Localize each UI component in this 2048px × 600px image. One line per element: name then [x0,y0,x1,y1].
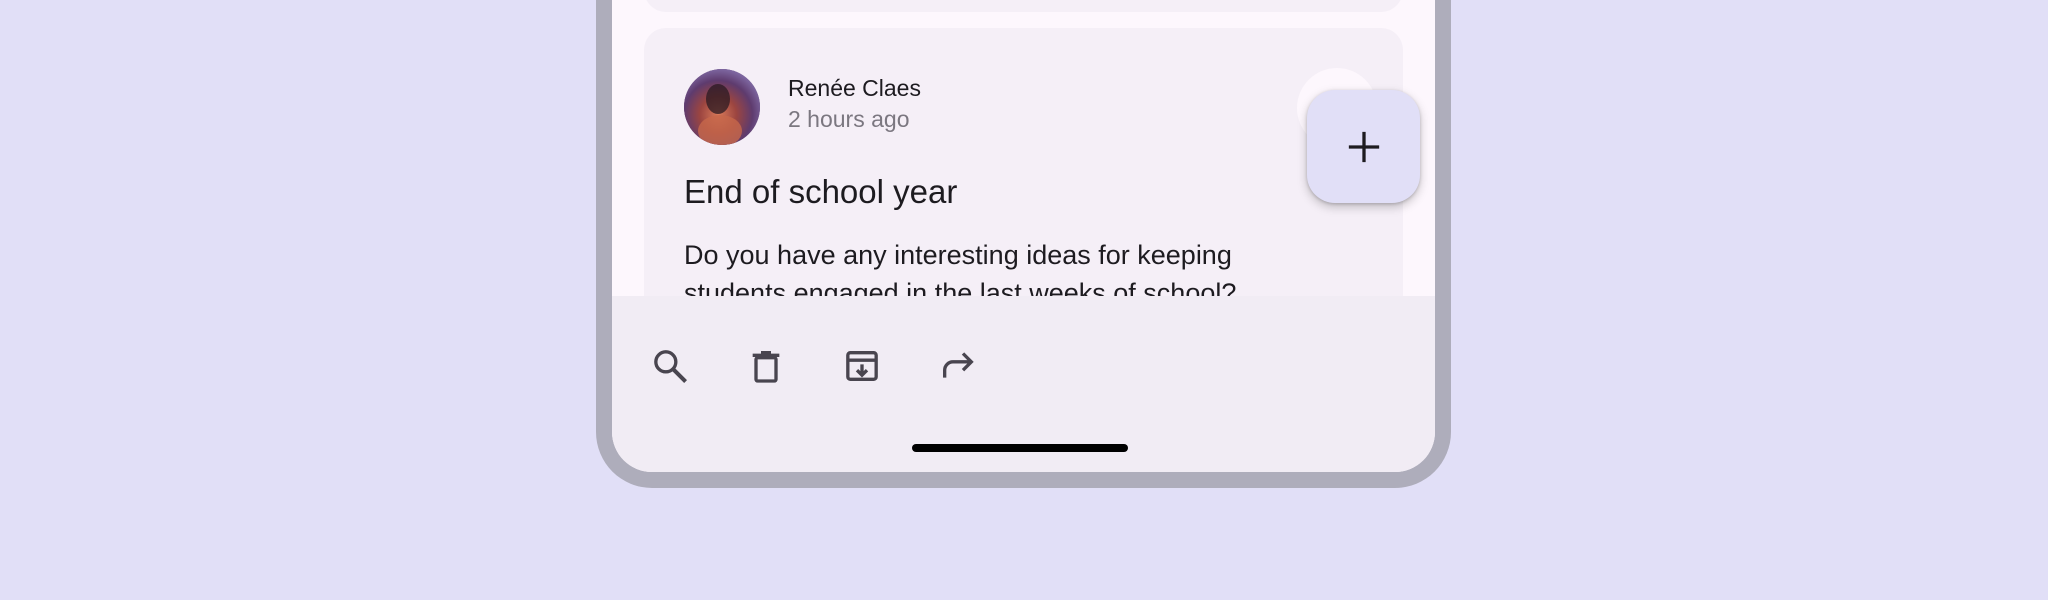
phone-screen: Renée Claes 2 hours ago End of school ye… [612,0,1435,472]
plus-icon [1348,131,1379,162]
previous-email-card[interactable] [644,0,1403,12]
bottom-app-bar [612,296,1435,472]
home-indicator[interactable] [912,444,1128,452]
search-button[interactable] [646,342,694,390]
avatar[interactable] [684,69,760,145]
sender-name: Renée Claes [788,75,921,101]
archive-icon [846,351,878,381]
forward-icon [943,352,974,378]
trash-icon [752,351,780,383]
compose-fab[interactable] [1307,90,1420,203]
phone-frame: Renée Claes 2 hours ago End of school ye… [596,0,1451,488]
delete-button[interactable] [742,342,790,390]
search-icon [654,350,687,383]
forward-button[interactable] [934,342,982,390]
archive-button[interactable] [838,342,886,390]
timestamp: 2 hours ago [788,106,910,132]
email-title: End of school year [684,173,958,210]
